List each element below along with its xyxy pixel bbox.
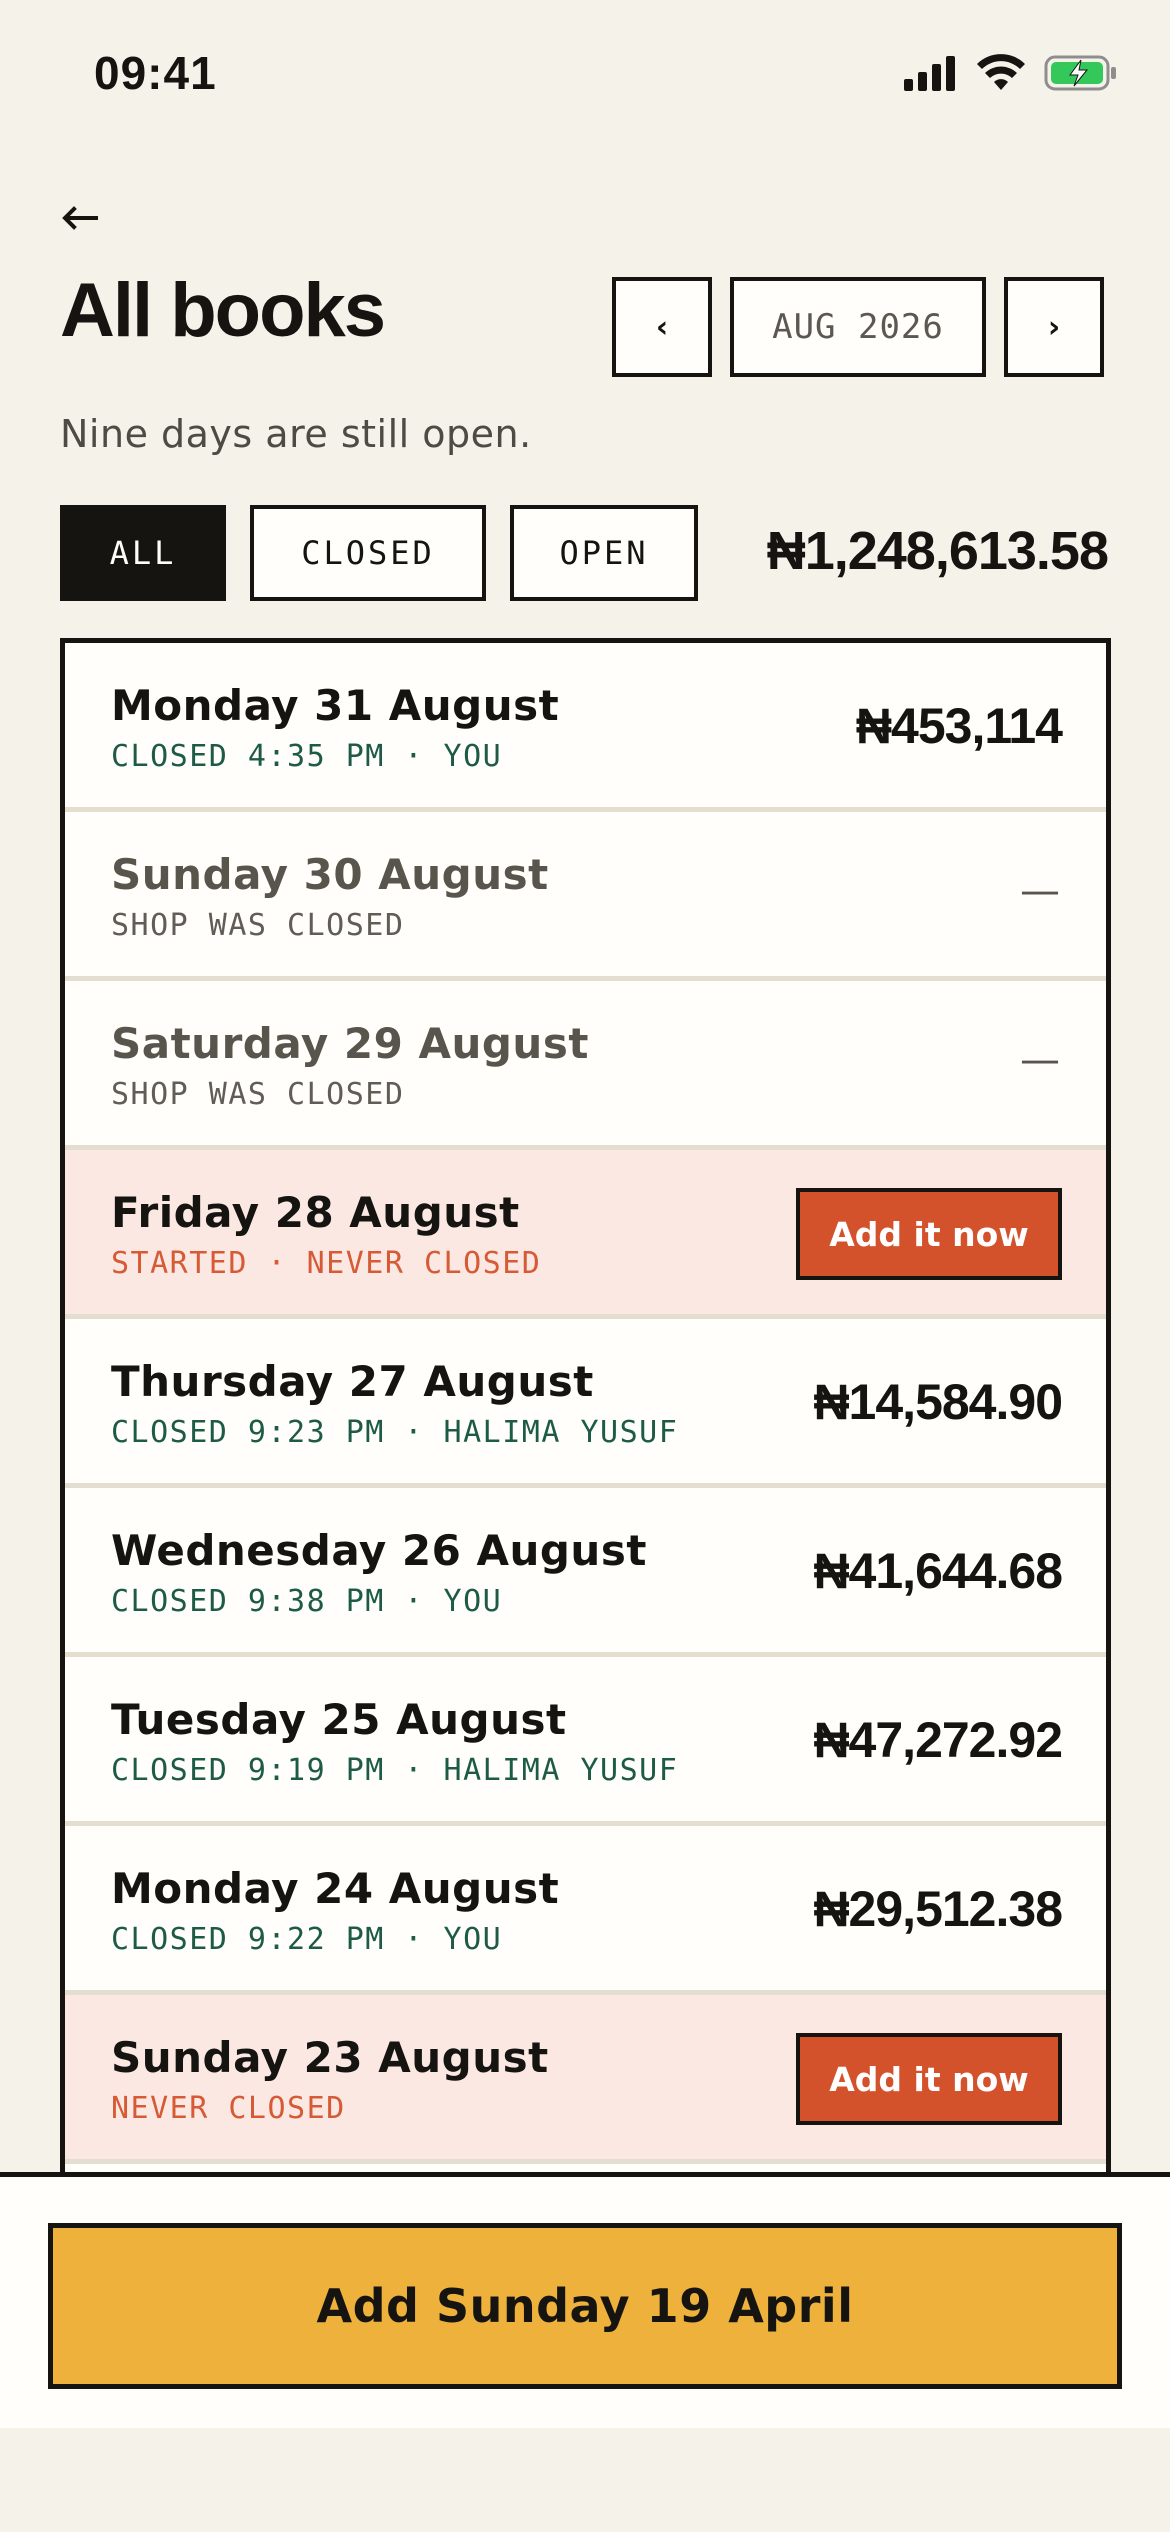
signal-icon xyxy=(904,55,958,95)
book-status: CLOSED 4:35 PM · YOU xyxy=(111,739,503,774)
book-row[interactable]: Friday 28 August STARTED · NEVER CLOSED … xyxy=(65,1150,1106,1319)
book-status: CLOSED 9:38 PM · YOU xyxy=(111,1584,503,1619)
book-status: CLOSED 9:19 PM · HALIMA YUSUF xyxy=(111,1753,679,1788)
book-list: Monday 31 August CLOSED 4:35 PM · YOU ₦4… xyxy=(60,638,1111,2178)
filter-open[interactable]: OPEN xyxy=(510,505,698,601)
book-row[interactable]: Wednesday 26 August CLOSED 9:38 PM · YOU… xyxy=(65,1488,1106,1657)
book-status: NEVER CLOSED xyxy=(111,2091,346,2126)
book-row[interactable]: Thursday 27 August CLOSED 9:23 PM · HALI… xyxy=(65,1319,1106,1488)
book-row[interactable]: Tuesday 25 August CLOSED 9:19 PM · HALIM… xyxy=(65,1657,1106,1826)
book-status: CLOSED 9:23 PM · HALIMA YUSUF xyxy=(111,1415,679,1450)
filter-tabs: ALL CLOSED OPEN xyxy=(60,505,698,601)
book-row[interactable]: Monday 24 August CLOSED 9:22 PM · YOU ₦2… xyxy=(65,1826,1106,1995)
month-label[interactable]: AUG 2026 xyxy=(730,277,986,377)
book-amount: — xyxy=(1020,868,1060,914)
arrow-left-icon xyxy=(62,206,98,234)
book-date: Monday 24 August xyxy=(111,1864,560,1913)
book-date: Tuesday 25 August xyxy=(111,1695,567,1744)
battery-charging-icon xyxy=(1044,54,1118,96)
book-status: STARTED · NEVER CLOSED xyxy=(111,1246,542,1281)
book-amount: ₦453,114 xyxy=(855,698,1063,754)
book-status: SHOP WAS CLOSED xyxy=(111,1077,405,1112)
book-date: Thursday 27 August xyxy=(111,1357,594,1406)
bottom-action-bar: Add Sunday 19 April xyxy=(0,2172,1170,2428)
book-row[interactable]: Saturday 29 August SHOP WAS CLOSED — xyxy=(65,981,1106,1150)
book-status: CLOSED 9:22 PM · YOU xyxy=(111,1922,503,1957)
month-navigator: ‹ AUG 2026 › xyxy=(612,277,1104,377)
book-row[interactable]: Sunday 30 August SHOP WAS CLOSED — xyxy=(65,812,1106,981)
book-amount: ₦41,644.68 xyxy=(813,1543,1063,1599)
book-date: Monday 31 August xyxy=(111,681,560,730)
filter-all[interactable]: ALL xyxy=(60,505,226,601)
book-status: SHOP WAS CLOSED xyxy=(111,908,405,943)
book-amount: ₦14,584.90 xyxy=(813,1374,1063,1430)
book-row[interactable]: Monday 31 August CLOSED 4:35 PM · YOU ₦4… xyxy=(65,643,1106,812)
status-bar: 09:41 xyxy=(0,0,1170,150)
add-it-now-button[interactable]: Add it now xyxy=(796,1188,1062,1280)
back-button[interactable] xyxy=(58,196,102,244)
book-date: Friday 28 August xyxy=(111,1188,520,1237)
book-amount: — xyxy=(1020,1037,1060,1083)
status-icons xyxy=(904,54,1118,96)
filter-closed[interactable]: CLOSED xyxy=(250,505,486,601)
add-book-button[interactable]: Add Sunday 19 April xyxy=(48,2223,1122,2389)
wifi-icon xyxy=(976,54,1026,96)
total-amount: ₦1,248,613.58 xyxy=(766,521,1109,581)
status-time: 09:41 xyxy=(94,47,217,99)
book-row[interactable]: Sunday 23 August NEVER CLOSED Add it now xyxy=(65,1995,1106,2164)
book-date: Wednesday 26 August xyxy=(111,1526,647,1575)
book-date: Sunday 23 August xyxy=(111,2033,549,2082)
book-amount: ₦29,512.38 xyxy=(813,1881,1063,1937)
add-it-now-button[interactable]: Add it now xyxy=(796,2033,1062,2125)
book-date: Sunday 30 August xyxy=(111,850,549,899)
next-month-button[interactable]: › xyxy=(1004,277,1104,377)
book-amount: ₦47,272.92 xyxy=(813,1712,1063,1768)
page-subtitle: Nine days are still open. xyxy=(60,412,532,456)
page-title: All books xyxy=(60,268,386,353)
book-date: Saturday 29 August xyxy=(111,1019,589,1068)
previous-month-button[interactable]: ‹ xyxy=(612,277,712,377)
